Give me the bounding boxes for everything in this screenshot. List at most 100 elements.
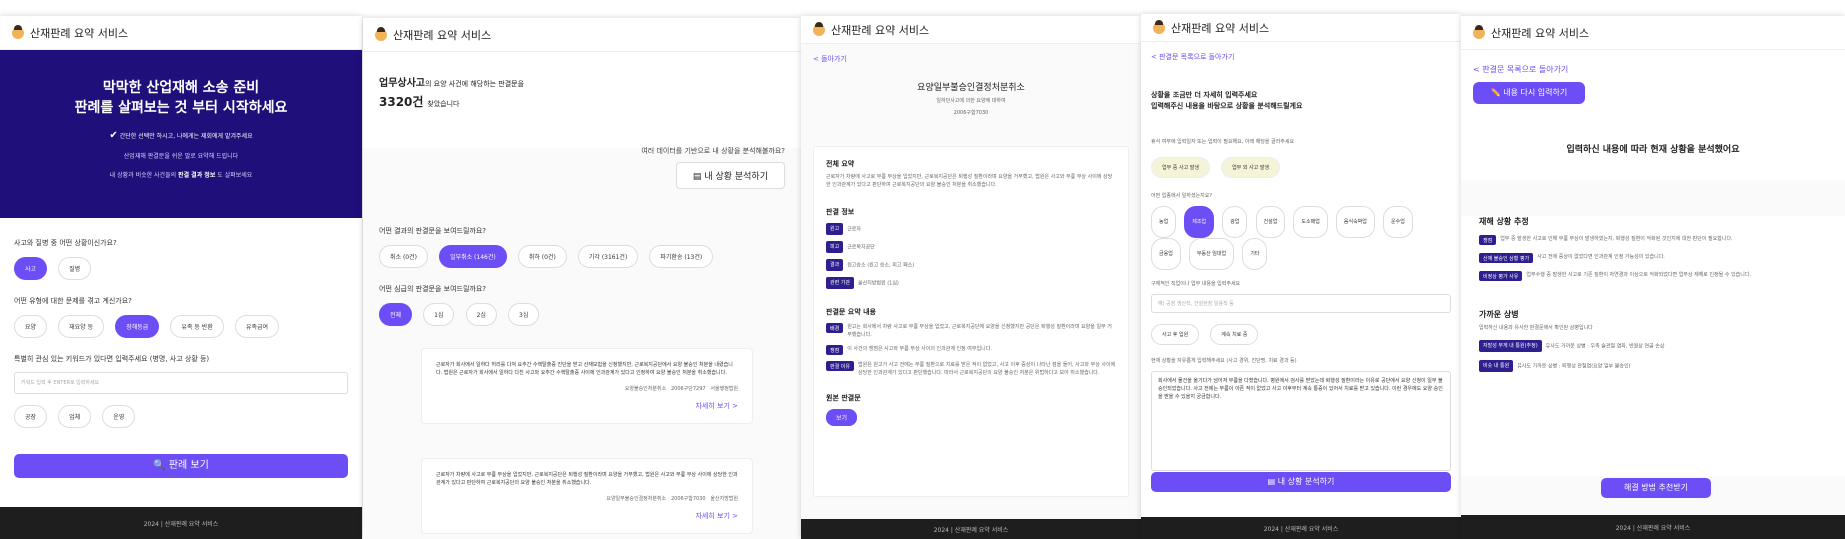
option-all[interactable]: 전체 xyxy=(379,303,413,326)
analyze-button[interactable]: ▤ 내 상황 분석하기 xyxy=(1151,472,1451,492)
keyword-chip[interactable]: 업체 xyxy=(58,405,92,428)
option-industry[interactable]: 도소매업 xyxy=(1293,206,1328,238)
view-cases-button[interactable]: 🔍 판례 보기 xyxy=(14,454,348,478)
result-options: 취소 (0건) 일부취소 (146건) 취하 (0건) 기각 (3161건) 파… xyxy=(379,244,719,268)
recommend-solution-button[interactable]: 해결 방법 추천받기 xyxy=(1601,478,1711,498)
back-link[interactable]: < 돌아가기 xyxy=(813,54,847,64)
hero-line-1: 막막한 산업재해 소송 준비 xyxy=(102,80,260,96)
possible-row: 비슷 내 통원 유사도 가까운 상병 : 퇴행성 관절염(요양 일부 불승인) xyxy=(1479,360,1827,372)
app-title[interactable]: 산재판례 요약 서비스 xyxy=(393,27,491,43)
analyze-my-situation-button[interactable]: ▤ 내 상황 분석하기 xyxy=(675,162,785,189)
status-chip[interactable]: 사고 후 입원 xyxy=(1151,324,1200,345)
option-third[interactable]: 3심 xyxy=(508,303,540,326)
job-detail-input[interactable]: 예) 공장 생산직, 건설현장 일용직 등 xyxy=(1151,294,1451,313)
question-instance: 어떤 심급의 판결문을 보여드릴까요? xyxy=(379,285,486,293)
hero-check-text: 간단한 선택만 하시고, 나에게는 제회에게 맡겨주세요 xyxy=(119,133,253,140)
option-industry[interactable]: 금융업 xyxy=(1151,238,1181,270)
content-row: 판결 이유 법원은 원고가 사고 전에는 무릎 질환으로 치료를 받은 적이 없었… xyxy=(826,361,1116,377)
hero-banner: 막막한 산업재해 소송 준비 판례를 살펴보는 것 부터 시작하세요 ✔ 간단한… xyxy=(0,50,362,218)
option-care[interactable]: 요양 xyxy=(14,315,48,338)
question-accident-type: 사고와 질병 중 어떤 상황이신가요? xyxy=(14,239,117,247)
case-detail-panel: 전체 요약 근로자가 차량에 사고로 무릎 부상을 입었지만, 근로복지공단은 … xyxy=(813,146,1129,497)
case-card[interactable]: 근로자가 회사에서 일하다 허리를 다쳐 요추간 수핵탈출증 진단을 받고 산재… xyxy=(421,348,753,424)
avatar-logo-icon xyxy=(375,26,387,41)
app-header: 산재판례 요약 서비스 xyxy=(1461,16,1845,50)
case-subtitle: 일하던사고에 의한 요양에 대하여 xyxy=(936,98,1006,104)
case-meta: 요양불승인처분취소 2006구단7297 서울행정법원 xyxy=(624,386,738,392)
app-title[interactable]: 산재판례 요약 서비스 xyxy=(30,25,128,41)
hero-subtitle-2: 내 상황과 비슷한 사건들의 판결 결과 정보 도 살펴보세요 xyxy=(109,172,253,179)
option-industry[interactable]: 광업 xyxy=(1222,206,1248,238)
situation-heading: 상황을 조금만 더 자세히 입력주세요 입력해주신 내용을 바탕으로 상황을 분… xyxy=(1151,91,1303,110)
situation-textarea[interactable]: 회사에서 물건을 옮기다가 넘어져 무릎을 다쳤습니다. 병원에서 검사를 받았… xyxy=(1151,371,1451,471)
content-row: 쟁점 이 사건의 쟁점은 사고와 무릎 부상 사이의 인과관계 인정 여부입니다. xyxy=(826,345,1116,355)
option-industry[interactable]: 부동산 임대업 xyxy=(1188,238,1235,270)
question-keywords: 특별히 관심 있는 키워드가 있다면 입력주세요 (병명, 사고 상황 등) xyxy=(14,355,210,363)
option-disability-grade[interactable]: 장해등급 xyxy=(115,315,160,338)
back-to-list-link[interactable]: < 판결문 목록으로 돌아가기 xyxy=(1473,64,1568,75)
content-row: 배경 원고는 회사에서 차량 사고로 무릎 부상을 입었고, 근로복지공단에 요양… xyxy=(826,323,1116,339)
keyword-input[interactable]: 키워드 입력 후 ENTER로 입력하세요 xyxy=(14,372,348,394)
case-card[interactable]: 근로자가 차량에 사고로 무릎 부상을 입었지만, 근로복지공단은 퇴행성 질환… xyxy=(421,458,753,534)
screen-case-detail: 산재판례 요약 서비스 < 돌아가기 요양일부불승인결정처분취소 일하던사고에 … xyxy=(801,16,1141,539)
hero-line-2: 판례를 살펴보는 것 부터 시작하세요 xyxy=(74,100,288,116)
filter-form: 사고와 질병 중 어떤 상황이신가요? 사고 질병 어떤 유형에 대한 문제를 … xyxy=(14,238,348,428)
option-family-return[interactable]: 유족 등 반환 xyxy=(170,315,224,338)
disaster-title: 재해 상황 추정 xyxy=(1479,217,1529,226)
option-remand[interactable]: 파기환송 (13건) xyxy=(649,245,714,268)
disaster-row: 쟁점 업무 중 발생한 사고로 인해 무릎 부상이 발생하였는지, 퇴행성 질환이… xyxy=(1479,235,1827,245)
result-filter: 어떤 결과의 판결문을 보여드릴까요? 취소 (0건) 일부취소 (146건) … xyxy=(379,226,719,326)
option-outside-work[interactable]: 업무 외 사고 발생 xyxy=(1221,157,1281,178)
case-detail-link[interactable]: 자세히 보기 > xyxy=(436,401,738,411)
option-recare[interactable]: 재요양 등 xyxy=(58,315,105,338)
occurrence-options: 업무 중 사고 발생 업무 외 사고 발생 xyxy=(1151,154,1451,178)
question-industry: 어떤 업종에서 일하셨는지요? xyxy=(1151,193,1213,199)
option-industry[interactable]: 음식숙박업 xyxy=(1335,206,1375,238)
re-input-button[interactable]: ✏️ 내용 다시 입력하기 xyxy=(1473,82,1585,104)
pencil-icon: ✏️ xyxy=(1490,88,1501,97)
result-count: 3320건 찾았습니다 xyxy=(379,95,460,109)
footer: 2024 | 산재판례 요약 서비스 xyxy=(801,519,1141,539)
hero-subtitle-1: 산업재해 판결문을 쉬운 말로 요약해 드립니다 xyxy=(123,153,239,160)
option-accident[interactable]: 사고 xyxy=(14,257,48,280)
option-dismiss[interactable]: 기각 (3161건) xyxy=(577,245,639,268)
option-disease[interactable]: 질병 xyxy=(58,257,92,280)
info-row: 원고 근로자 xyxy=(826,223,1116,235)
accident-type-options: 사고 질병 xyxy=(14,256,348,280)
possible-title: 가까운 상병 xyxy=(1479,310,1519,319)
option-cancel[interactable]: 취소 (0건) xyxy=(379,245,428,268)
document-icon: ▤ xyxy=(1267,477,1276,486)
case-detail-link[interactable]: 자세히 보기 > xyxy=(436,511,738,521)
option-industry[interactable]: 농업 xyxy=(1151,206,1177,238)
app-title[interactable]: 산재판례 요약 서비스 xyxy=(1491,25,1589,41)
keyword-chips: 공장 업체 운영 xyxy=(14,404,348,428)
keyword-chip[interactable]: 운영 xyxy=(102,405,136,428)
option-during-work[interactable]: 업무 중 사고 발생 xyxy=(1151,157,1210,178)
option-second[interactable]: 2심 xyxy=(465,303,497,326)
status-chip[interactable]: 계속 치료 중 xyxy=(1210,324,1259,345)
info-row: 관련 기관 울산지방법원 (1심) xyxy=(826,277,1116,289)
app-title[interactable]: 산재판례 요약 서비스 xyxy=(831,22,929,38)
screen-situation-input: 산재판례 요약 서비스 < 판결문 목록으로 돌아가기 상황을 조금만 더 자세… xyxy=(1141,14,1461,539)
view-original-button[interactable]: 보기 xyxy=(826,409,858,426)
avatar-logo-icon xyxy=(1153,19,1165,34)
problem-type-options: 요양 재요양 등 장해등급 유족 등 반환 유족급여 xyxy=(14,314,348,338)
option-industry[interactable]: 운수업 xyxy=(1383,206,1413,238)
option-industry[interactable]: 건설업 xyxy=(1255,206,1286,238)
app-title[interactable]: 산재판례 요약 서비스 xyxy=(1171,20,1269,36)
question-problem-type: 어떤 유형에 대한 문제를 겪고 계신가요? xyxy=(14,297,132,305)
option-family-benefit[interactable]: 유족급여 xyxy=(234,315,280,338)
disaster-row: 산재 불승인 상황 평가 사고 전에 증상이 없었다면 인과관계 인정 가능성이 … xyxy=(1479,253,1827,263)
option-first[interactable]: 1심 xyxy=(423,303,455,326)
app-header: 산재판례 요약 서비스 xyxy=(0,16,362,50)
app-header: 산재판례 요약 서비스 xyxy=(1141,14,1461,42)
keyword-chip[interactable]: 공장 xyxy=(14,405,48,428)
analyze-prompt: 여러 데이터를 기반으로 내 상황을 분석해볼까요? xyxy=(641,147,785,155)
option-partial-cancel[interactable]: 일부취소 (146건) xyxy=(439,245,507,268)
info-title: 판결 정보 xyxy=(826,208,855,216)
back-to-list-link[interactable]: < 판결문 목록으로 돌아가기 xyxy=(1151,52,1234,62)
option-withdraw[interactable]: 취하 (0건) xyxy=(517,245,567,268)
option-industry[interactable]: 기타 xyxy=(1242,238,1268,270)
option-industry[interactable]: 제조업 xyxy=(1184,206,1215,238)
possible-desc: 입력하신 내용과 유사한 판결문에서 확인된 상병입니다 xyxy=(1479,325,1593,331)
